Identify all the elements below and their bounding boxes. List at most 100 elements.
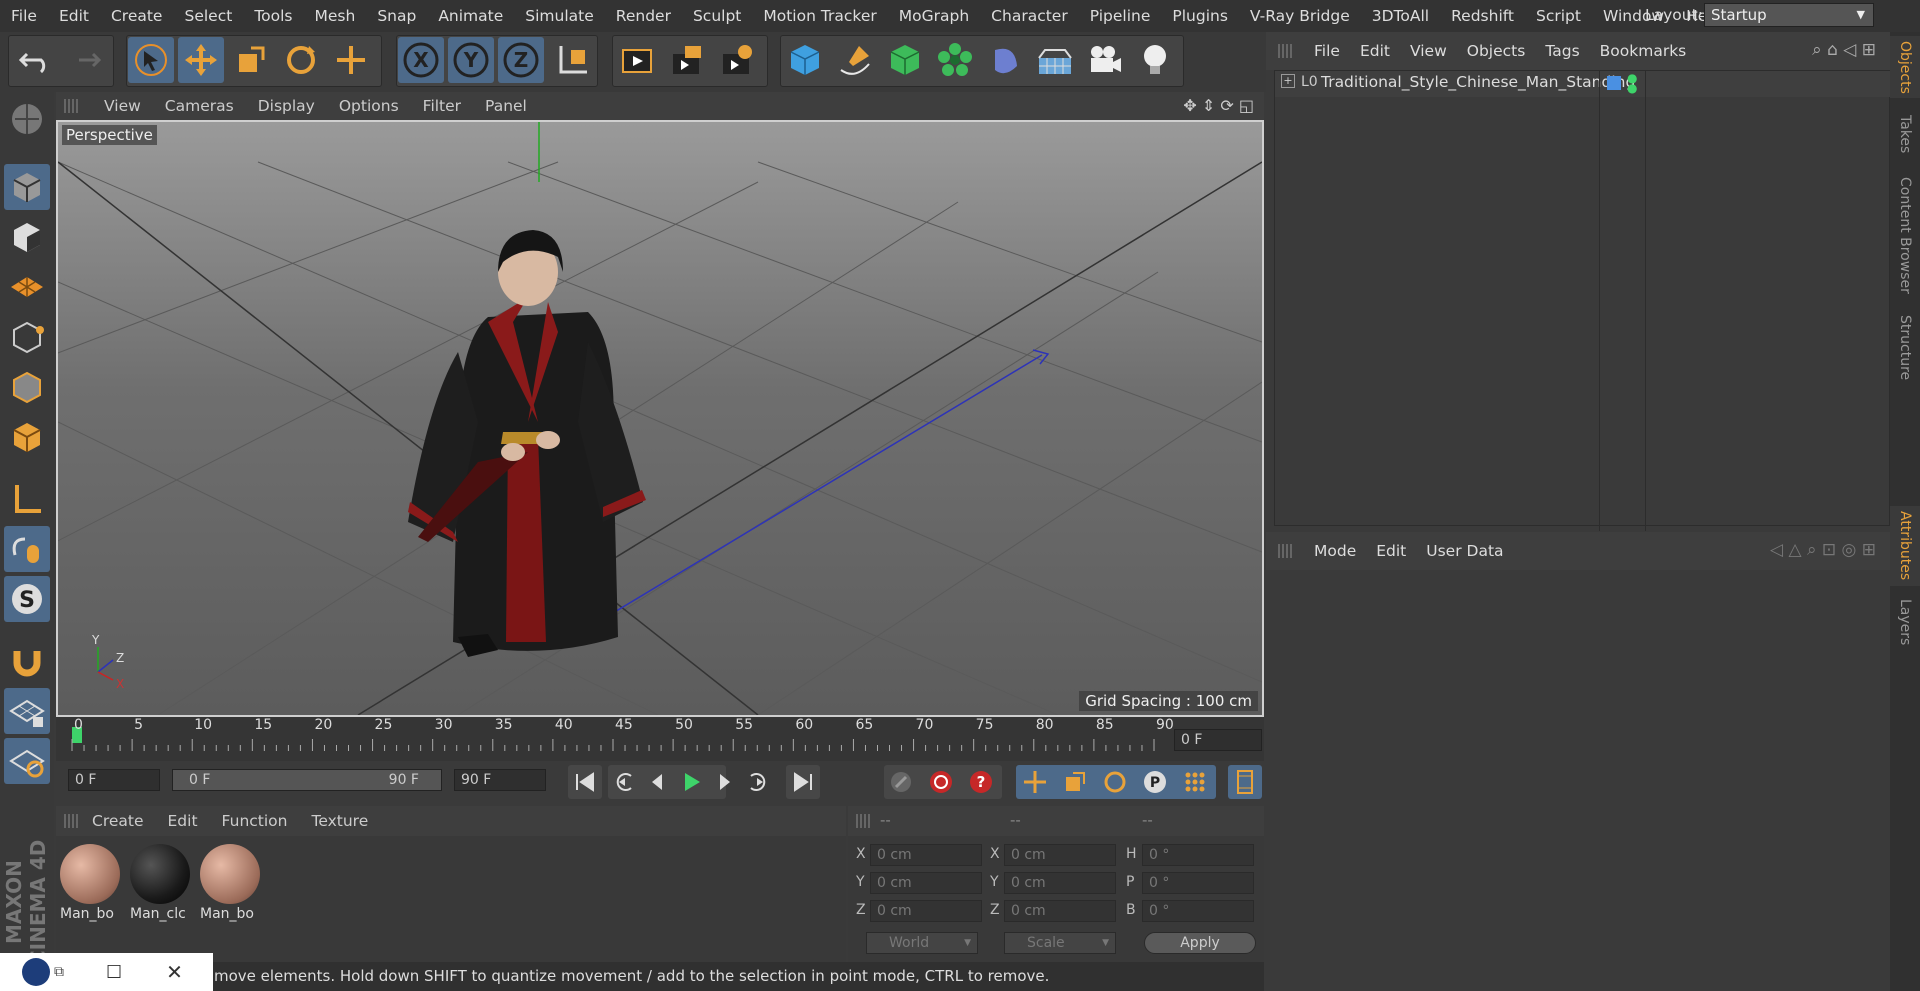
play-icon[interactable] — [674, 765, 708, 799]
layer-color-icon[interactable] — [1607, 76, 1621, 90]
menu-sculpt[interactable]: Sculpt — [682, 0, 752, 32]
motion-record-icon[interactable] — [884, 765, 918, 799]
scale-dropdown[interactable]: Scale ▼ — [1004, 932, 1116, 954]
lock-workplane-icon[interactable] — [4, 688, 50, 734]
menu-mograph[interactable]: MoGraph — [888, 0, 980, 32]
tab-takes[interactable]: Takes — [1890, 106, 1920, 162]
end-frame-field[interactable]: 90 F — [454, 769, 546, 791]
cinema4d-app-icon[interactable] — [22, 958, 50, 986]
move-icon[interactable] — [178, 37, 224, 83]
key-scale-icon[interactable] — [1058, 765, 1092, 799]
frame-range-slider[interactable]: 0 F 90 F — [172, 769, 442, 791]
visibility-dots-icon[interactable]: ● ● — [1627, 72, 1637, 94]
menu-edit[interactable]: Edit — [48, 0, 100, 32]
position-z-field[interactable]: 0 cm — [870, 900, 982, 922]
rotation-p-field[interactable]: 0 ° — [1142, 872, 1254, 894]
menu-snap[interactable]: Snap — [366, 0, 427, 32]
objects-menu-bookmarks[interactable]: Bookmarks — [1590, 42, 1697, 60]
restore-icon[interactable]: ⧉ — [54, 964, 64, 980]
object-name[interactable]: Traditional_Style_Chinese_Man_Standing — [1321, 73, 1635, 91]
attributes-menu-user-data[interactable]: User Data — [1416, 542, 1513, 560]
menu-mesh[interactable]: Mesh — [304, 0, 367, 32]
go-to-start-icon[interactable] — [568, 765, 602, 799]
objects-menu-file[interactable]: File — [1304, 42, 1350, 60]
menu-tools[interactable]: Tools — [243, 0, 303, 32]
size-x-field[interactable]: 0 cm — [1004, 844, 1116, 866]
menu-3dtoall[interactable]: 3DToAll — [1361, 0, 1440, 32]
material-swatch[interactable]: Man_bo — [198, 842, 260, 926]
cloner-icon[interactable] — [932, 37, 978, 83]
record-keyframe-icon[interactable] — [924, 765, 958, 799]
key-parameter-icon[interactable]: P — [1138, 765, 1172, 799]
workplane-icon[interactable] — [4, 264, 50, 310]
floor-icon[interactable] — [1032, 37, 1078, 83]
y-axis-icon[interactable]: Y — [448, 37, 494, 83]
make-editable-icon[interactable] — [4, 96, 50, 142]
start-frame-field[interactable]: 0 F — [68, 769, 160, 791]
position-y-field[interactable]: 0 cm — [870, 872, 982, 894]
current-frame-field[interactable]: 0 F — [1174, 729, 1262, 751]
tab-layers[interactable]: Layers — [1890, 594, 1920, 650]
render-view-icon[interactable] — [614, 37, 660, 83]
redo-icon[interactable] — [62, 37, 108, 83]
object-row[interactable]: + L0 Traditional_Style_Chinese_Man_Stand… — [1275, 71, 1891, 531]
key-rotation-icon[interactable] — [1098, 765, 1132, 799]
previous-key-icon[interactable] — [608, 765, 642, 799]
tab-structure[interactable]: Structure — [1890, 308, 1920, 388]
scale-icon[interactable] — [228, 37, 274, 83]
viewport-nav-icons[interactable]: ✥ ⇕ ⟳ ◱ — [1183, 96, 1254, 115]
rotation-b-field[interactable]: 0 ° — [1142, 900, 1254, 922]
tab-objects[interactable]: Objects — [1890, 36, 1920, 98]
menu-file[interactable]: File — [0, 0, 48, 32]
x-axis-icon[interactable]: X — [398, 37, 444, 83]
undo-icon[interactable] — [12, 37, 58, 83]
material-swatch[interactable]: Man_clc — [128, 842, 190, 926]
expand-icon[interactable]: + — [1281, 74, 1295, 88]
object-list[interactable]: + L0 Traditional_Style_Chinese_Man_Stand… — [1274, 70, 1891, 531]
attributes-menu-edit[interactable]: Edit — [1366, 542, 1416, 560]
menu-pipeline[interactable]: Pipeline — [1079, 0, 1162, 32]
subdivision-icon[interactable] — [882, 37, 928, 83]
menu-motion-tracker[interactable]: Motion Tracker — [752, 0, 887, 32]
next-frame-icon[interactable] — [707, 765, 741, 799]
render-picture-viewer-icon[interactable] — [664, 37, 710, 83]
menu-simulate[interactable]: Simulate — [514, 0, 605, 32]
menu-plugins[interactable]: Plugins — [1161, 0, 1239, 32]
maximize-icon[interactable]: ☐ — [106, 962, 122, 983]
transform-icon[interactable] — [328, 37, 374, 83]
menu-character[interactable]: Character — [980, 0, 1079, 32]
rotation-h-field[interactable]: 0 ° — [1142, 844, 1254, 866]
key-pla-icon[interactable] — [1178, 765, 1212, 799]
next-key-icon[interactable] — [740, 765, 774, 799]
planar-workplane-icon[interactable] — [4, 738, 50, 784]
viewport-menu-cameras[interactable]: Cameras — [153, 97, 246, 115]
objects-menu-view[interactable]: View — [1400, 42, 1457, 60]
menu-vray-bridge[interactable]: V-Ray Bridge — [1239, 0, 1361, 32]
axis-mode-icon[interactable] — [4, 476, 50, 522]
previous-frame-icon[interactable] — [641, 765, 675, 799]
objects-menu-tags[interactable]: Tags — [1535, 42, 1589, 60]
camera-icon[interactable] — [1082, 37, 1128, 83]
z-axis-icon[interactable]: Z — [498, 37, 544, 83]
edges-mode-icon[interactable] — [4, 364, 50, 410]
light-icon[interactable] — [1132, 37, 1178, 83]
menu-select[interactable]: Select — [173, 0, 243, 32]
polygons-mode-icon[interactable] — [4, 414, 50, 460]
size-y-field[interactable]: 0 cm — [1004, 872, 1116, 894]
viewport-menu-view[interactable]: View — [92, 97, 153, 115]
viewport-menu-options[interactable]: Options — [327, 97, 411, 115]
timeline-ruler[interactable]: 0 5 10 15 20 25 30 35 40 45 50 55 60 65 70 75 80 85 90 0 F — [56, 717, 1264, 761]
texture-mode-icon[interactable] — [4, 214, 50, 260]
pen-spline-icon[interactable] — [832, 37, 878, 83]
viewport-menu-display[interactable]: Display — [246, 97, 327, 115]
magnet-snap-icon[interactable] — [4, 638, 50, 684]
material-menu-function[interactable]: Function — [210, 812, 300, 830]
close-icon[interactable]: ✕ — [166, 960, 183, 984]
world-dropdown[interactable]: World ▼ — [866, 932, 978, 954]
render-settings-icon[interactable] — [714, 37, 760, 83]
select-arrow-icon[interactable] — [128, 37, 174, 83]
attributes-menu-mode[interactable]: Mode — [1304, 542, 1366, 560]
tab-attributes[interactable]: Attributes — [1890, 506, 1920, 586]
deformer-icon[interactable] — [982, 37, 1028, 83]
rotate-icon[interactable] — [278, 37, 324, 83]
